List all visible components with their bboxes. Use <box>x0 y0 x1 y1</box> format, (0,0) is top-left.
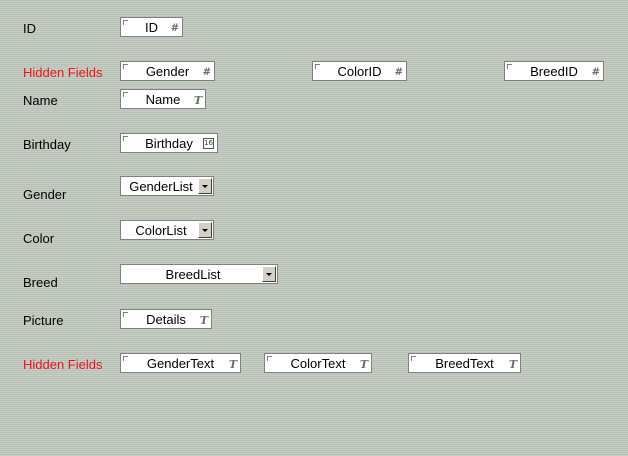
color-id-field[interactable]: ColorID # <box>312 61 407 81</box>
text-type-icon: T <box>193 94 202 107</box>
gender-field[interactable]: Gender # <box>120 61 215 81</box>
number-type-icon: # <box>170 23 179 34</box>
color-id-field-label: ColorID <box>337 64 382 79</box>
dropdown-button[interactable] <box>262 266 276 282</box>
chevron-down-icon <box>266 273 272 276</box>
color-list-dropdown[interactable]: ColorList <box>120 220 214 240</box>
gender-list-value: GenderList <box>129 179 193 194</box>
details-field-label: Details <box>146 312 186 327</box>
gender-text-field-label: GenderText <box>146 356 215 371</box>
color-list-value: ColorList <box>135 223 187 238</box>
breed-list-value: BreedList <box>165 267 221 282</box>
number-type-icon: # <box>202 67 211 78</box>
label-breed: Breed <box>23 275 58 290</box>
number-type-icon: # <box>591 67 600 78</box>
label-birthday: Birthday <box>23 137 71 152</box>
birthday-field[interactable]: Birthday 16 <box>120 133 218 153</box>
details-field[interactable]: Details T <box>120 309 212 329</box>
text-type-icon: T <box>508 358 517 371</box>
layout-canvas: ID Hidden Fields Name Birthday Gender Co… <box>0 0 628 456</box>
id-field[interactable]: ID # <box>120 17 183 37</box>
dropdown-button[interactable] <box>198 222 212 238</box>
color-text-field[interactable]: ColorText T <box>264 353 372 373</box>
breed-text-field[interactable]: BreedText T <box>408 353 521 373</box>
chevron-down-icon <box>202 229 208 232</box>
text-type-icon: T <box>228 358 237 371</box>
label-id: ID <box>23 21 36 36</box>
gender-text-field[interactable]: GenderText T <box>120 353 241 373</box>
name-field[interactable]: Name T <box>120 89 206 109</box>
chevron-down-icon <box>202 185 208 188</box>
label-gender: Gender <box>23 187 67 202</box>
gender-field-label: Gender <box>145 64 190 79</box>
breed-text-field-label: BreedText <box>435 356 494 371</box>
text-type-icon: T <box>359 358 368 371</box>
number-type-icon: # <box>394 67 403 78</box>
label-name: Name <box>23 93 58 108</box>
label-hidden-fields-2: Hidden Fields <box>23 357 103 372</box>
label-picture: Picture <box>23 313 64 328</box>
breed-id-field[interactable]: BreedID # <box>504 61 604 81</box>
breed-id-field-label: BreedID <box>530 64 578 79</box>
label-color: Color <box>23 231 55 246</box>
calendar-icon: 16 <box>203 138 214 149</box>
text-type-icon: T <box>199 314 208 327</box>
color-text-field-label: ColorText <box>290 356 346 371</box>
breed-list-dropdown[interactable]: BreedList <box>120 264 278 284</box>
label-hidden-fields: Hidden Fields <box>23 65 103 80</box>
gender-list-dropdown[interactable]: GenderList <box>120 176 214 196</box>
dropdown-button[interactable] <box>198 178 212 194</box>
